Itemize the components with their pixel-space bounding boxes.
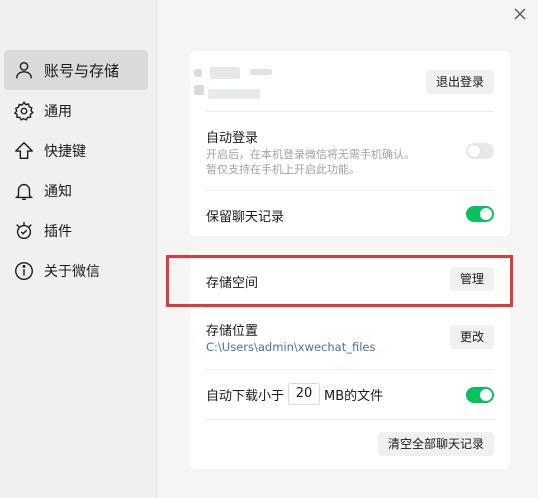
change-location-button[interactable]: 更改 xyxy=(449,325,494,349)
sidebar-item-shortcuts[interactable]: 快捷键 xyxy=(4,131,148,171)
user-icon xyxy=(12,58,36,82)
clear-all-history-button[interactable]: 清空全部聊天记录 xyxy=(377,432,494,456)
storage-card: 存储空间 管理 存储位置 C:\Users\admin\xwechat_file… xyxy=(190,251,510,469)
logout-button[interactable]: 退出登录 xyxy=(425,70,494,94)
shortcut-arrow-icon xyxy=(12,139,36,163)
plugin-icon xyxy=(12,219,36,243)
gear-icon xyxy=(12,99,36,123)
avatar xyxy=(190,65,290,105)
settings-panel: 退出登录 自动登录 开启后，在本机登录微信将无需手机确认。 暂仅支持在手机上开启… xyxy=(158,0,538,498)
auto-download-suffix: MB的文件 xyxy=(324,388,384,404)
sidebar: 账号与存储 通用 快捷键 通知 插件 关于微信 xyxy=(0,0,157,498)
auto-login-title: 自动登录 xyxy=(206,131,259,146)
keep-history-title: 保留聊天记录 xyxy=(206,210,285,225)
auto-download-toggle[interactable] xyxy=(466,387,494,403)
sidebar-item-notifications[interactable]: 通知 xyxy=(4,171,148,211)
auto-download-prefix: 自动下载小于 xyxy=(206,388,285,404)
auto-login-toggle[interactable] xyxy=(466,143,494,159)
info-icon xyxy=(12,259,36,283)
sidebar-item-about[interactable]: 关于微信 xyxy=(4,251,148,291)
manage-button[interactable]: 管理 xyxy=(449,267,494,291)
sidebar-item-account-storage[interactable]: 账号与存储 xyxy=(4,50,148,90)
sidebar-item-label: 账号与存储 xyxy=(44,61,120,80)
sidebar-item-label: 快捷键 xyxy=(44,144,86,160)
close-icon[interactable] xyxy=(512,6,528,22)
auto-download-row: 自动下载小于 20 MB的文件 xyxy=(206,383,494,405)
bell-icon xyxy=(12,179,36,203)
sidebar-item-label: 通用 xyxy=(44,104,72,120)
auto-login-desc: 开启后，在本机登录微信将无需手机确认。 xyxy=(206,148,415,161)
account-card: 退出登录 自动登录 开启后，在本机登录微信将无需手机确认。 暂仅支持在手机上开启… xyxy=(190,51,510,236)
sidebar-item-general[interactable]: 通用 xyxy=(4,91,148,131)
sidebar-item-label: 关于微信 xyxy=(44,264,100,280)
sidebar-item-label: 通知 xyxy=(44,184,72,200)
sidebar-item-plugins[interactable]: 插件 xyxy=(4,211,148,251)
sidebar-item-label: 插件 xyxy=(44,224,72,240)
keep-history-toggle[interactable] xyxy=(466,206,494,222)
auto-download-size-input[interactable]: 20 xyxy=(288,383,321,405)
auto-login-desc-2: 暂仅支持在手机上开启此功能。 xyxy=(206,163,360,176)
